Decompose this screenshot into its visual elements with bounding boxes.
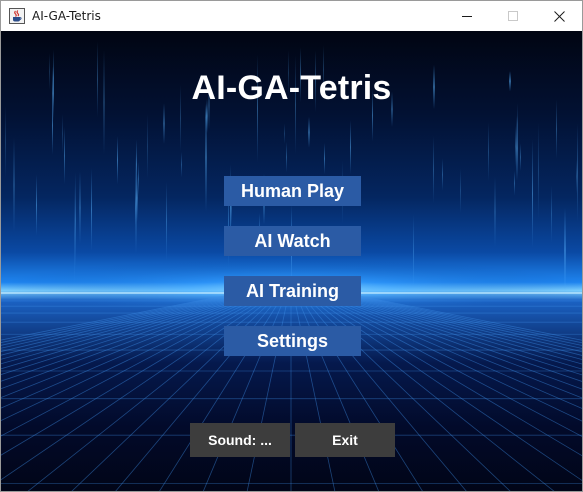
ai-watch-button[interactable]: AI Watch [224, 226, 361, 256]
human-play-button[interactable]: Human Play [224, 176, 361, 206]
title-bar[interactable]: AI-GA-Tetris [1, 1, 582, 31]
java-coffee-cup-icon [9, 8, 25, 24]
game-canvas: AI-GA-Tetris Human Play AI Watch AI Trai… [1, 31, 582, 491]
sound-button[interactable]: Sound: ... [190, 423, 290, 457]
exit-button[interactable]: Exit [295, 423, 395, 457]
maximize-icon [508, 11, 518, 21]
window-title: AI-GA-Tetris [32, 9, 101, 23]
game-title: AI-GA-Tetris [191, 69, 392, 107]
settings-button[interactable]: Settings [224, 326, 361, 356]
minimize-icon [462, 16, 472, 17]
minimize-button[interactable] [444, 1, 490, 31]
maximize-button[interactable] [490, 1, 536, 31]
close-button[interactable] [536, 1, 582, 31]
perspective-grid [1, 292, 582, 491]
close-icon [553, 10, 565, 22]
ai-training-button[interactable]: AI Training [224, 276, 361, 306]
app-window: AI-GA-Tetris AI-GA-Tetris Human Play AI … [0, 0, 583, 492]
